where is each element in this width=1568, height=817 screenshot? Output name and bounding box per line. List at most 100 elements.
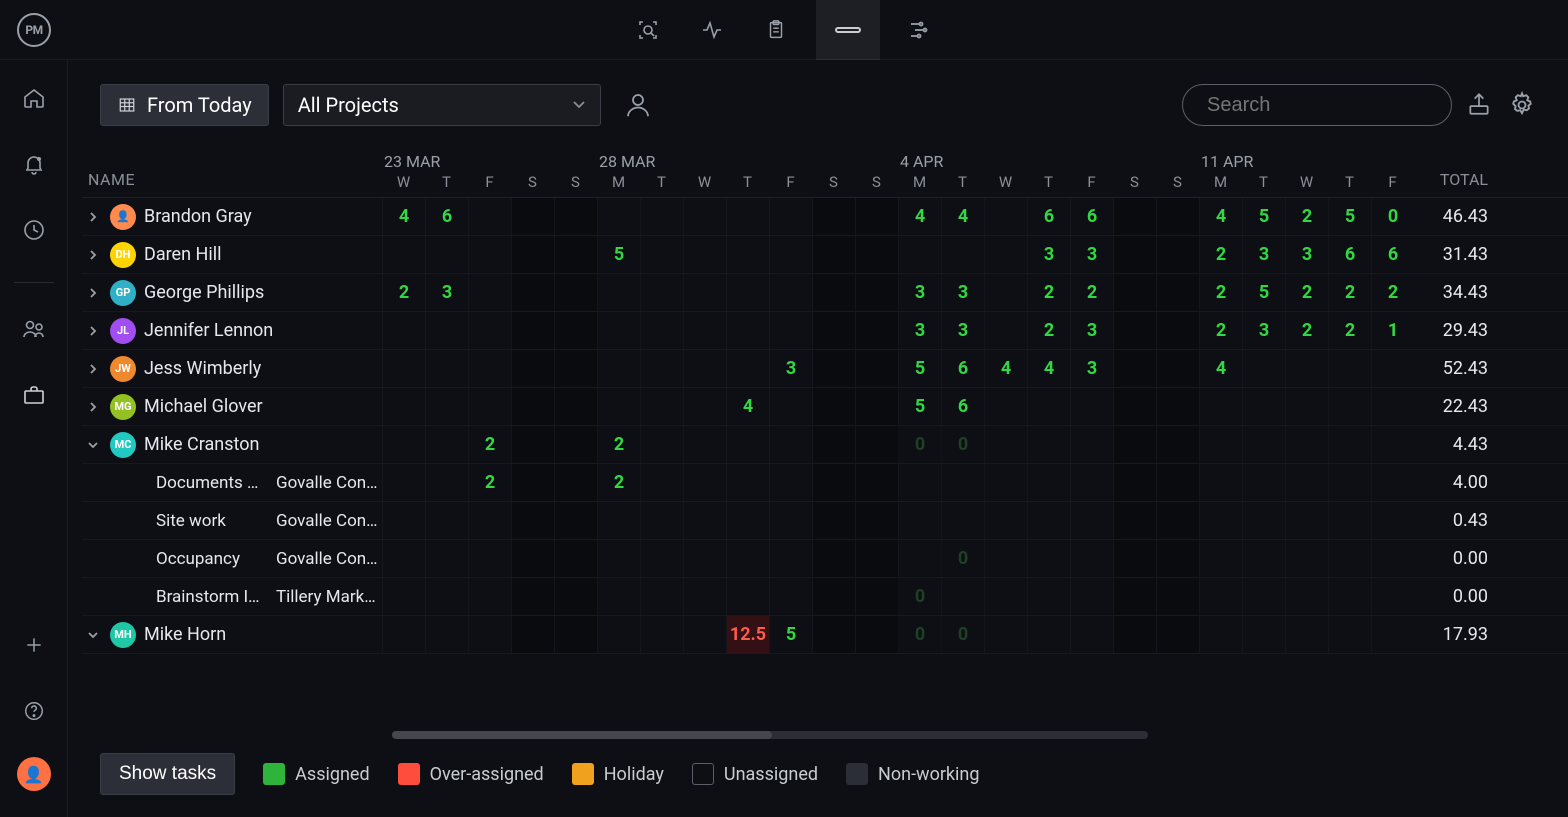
day-cell[interactable]: 0 xyxy=(898,616,941,653)
grid-body[interactable]: 👤Brandon Gray4644664525046.43DHDaren Hil… xyxy=(82,198,1568,725)
day-cell[interactable] xyxy=(812,274,855,311)
day-cell[interactable] xyxy=(597,198,640,235)
day-cell[interactable] xyxy=(1328,426,1371,463)
briefcase-icon[interactable] xyxy=(14,375,54,415)
day-cell[interactable] xyxy=(382,426,425,463)
day-cell[interactable] xyxy=(1156,540,1199,577)
day-cell[interactable]: 2 xyxy=(468,464,511,501)
day-cell[interactable] xyxy=(726,350,769,387)
day-cell[interactable]: 6 xyxy=(425,198,468,235)
day-cell[interactable] xyxy=(597,350,640,387)
day-cell[interactable] xyxy=(812,198,855,235)
day-cell[interactable] xyxy=(1328,464,1371,501)
task-row[interactable]: Site workGovalle Con…0.43 xyxy=(82,502,1568,540)
day-cell[interactable]: 3 xyxy=(1070,236,1113,273)
search-input[interactable] xyxy=(1207,94,1472,117)
day-cell[interactable]: 3 xyxy=(898,274,941,311)
day-cell[interactable] xyxy=(640,388,683,425)
day-cell[interactable] xyxy=(683,350,726,387)
day-cell[interactable] xyxy=(1113,540,1156,577)
search-box[interactable] xyxy=(1182,84,1452,126)
day-cell[interactable] xyxy=(1371,426,1414,463)
day-cell[interactable]: 2 xyxy=(1285,198,1328,235)
day-cell[interactable]: 3 xyxy=(1070,350,1113,387)
day-cell[interactable] xyxy=(640,464,683,501)
day-cell[interactable] xyxy=(1242,616,1285,653)
day-cell[interactable]: 12.5 xyxy=(726,616,769,653)
notifications-icon[interactable] xyxy=(14,144,54,184)
day-cell[interactable] xyxy=(683,464,726,501)
day-cell[interactable]: 2 xyxy=(1285,274,1328,311)
day-cell[interactable]: 4 xyxy=(1199,198,1242,235)
day-cell[interactable] xyxy=(984,274,1027,311)
day-cell[interactable] xyxy=(511,350,554,387)
day-cell[interactable] xyxy=(1070,578,1113,615)
day-cell[interactable] xyxy=(1328,350,1371,387)
day-cell[interactable]: 4 xyxy=(898,198,941,235)
day-cell[interactable] xyxy=(554,502,597,539)
clipboard-icon[interactable] xyxy=(752,6,800,54)
day-cell[interactable] xyxy=(1156,388,1199,425)
day-cell[interactable] xyxy=(511,274,554,311)
day-cell[interactable] xyxy=(1156,198,1199,235)
day-cell[interactable] xyxy=(855,350,898,387)
day-cell[interactable]: 1 xyxy=(1371,312,1414,349)
day-cell[interactable] xyxy=(1199,388,1242,425)
day-cell[interactable] xyxy=(640,312,683,349)
day-cell[interactable] xyxy=(554,388,597,425)
day-cell[interactable]: 4 xyxy=(726,388,769,425)
day-cell[interactable] xyxy=(554,236,597,273)
day-cell[interactable] xyxy=(941,578,984,615)
day-cell[interactable] xyxy=(382,350,425,387)
chevron-right-icon[interactable] xyxy=(84,324,102,338)
workload-icon[interactable] xyxy=(816,0,880,60)
day-cell[interactable] xyxy=(726,502,769,539)
day-cell[interactable] xyxy=(1156,426,1199,463)
home-icon[interactable] xyxy=(14,78,54,118)
day-cell[interactable] xyxy=(425,426,468,463)
day-cell[interactable] xyxy=(511,616,554,653)
day-cell[interactable] xyxy=(855,274,898,311)
person-row[interactable]: JWJess Wimberly356443452.43 xyxy=(82,350,1568,388)
day-cell[interactable]: 2 xyxy=(1027,274,1070,311)
day-cell[interactable] xyxy=(425,236,468,273)
day-cell[interactable]: 6 xyxy=(1328,236,1371,273)
day-cell[interactable] xyxy=(1027,578,1070,615)
day-cell[interactable] xyxy=(683,388,726,425)
day-cell[interactable] xyxy=(511,312,554,349)
day-cell[interactable] xyxy=(812,578,855,615)
day-cell[interactable]: 2 xyxy=(1070,274,1113,311)
day-cell[interactable]: 6 xyxy=(941,388,984,425)
export-icon[interactable] xyxy=(1466,91,1494,119)
task-row[interactable]: OccupancyGovalle Con…00.00 xyxy=(82,540,1568,578)
day-cell[interactable]: 2 xyxy=(597,464,640,501)
day-cell[interactable] xyxy=(640,198,683,235)
day-cell[interactable] xyxy=(683,198,726,235)
day-cell[interactable] xyxy=(812,464,855,501)
day-cell[interactable] xyxy=(984,578,1027,615)
day-cell[interactable] xyxy=(769,502,812,539)
day-cell[interactable] xyxy=(1199,464,1242,501)
day-cell[interactable] xyxy=(1156,312,1199,349)
chevron-right-icon[interactable] xyxy=(84,362,102,376)
day-cell[interactable] xyxy=(1113,426,1156,463)
day-cell[interactable] xyxy=(468,350,511,387)
day-cell[interactable] xyxy=(1242,464,1285,501)
day-cell[interactable] xyxy=(683,616,726,653)
day-cell[interactable] xyxy=(640,236,683,273)
day-cell[interactable] xyxy=(1070,616,1113,653)
chevron-right-icon[interactable] xyxy=(84,400,102,414)
day-cell[interactable] xyxy=(984,616,1027,653)
day-cell[interactable] xyxy=(812,502,855,539)
day-cell[interactable] xyxy=(425,578,468,615)
day-cell[interactable] xyxy=(382,578,425,615)
day-cell[interactable] xyxy=(683,236,726,273)
day-cell[interactable]: 3 xyxy=(1242,236,1285,273)
day-cell[interactable] xyxy=(769,236,812,273)
day-cell[interactable] xyxy=(468,616,511,653)
day-cell[interactable] xyxy=(468,236,511,273)
day-cell[interactable] xyxy=(1199,426,1242,463)
day-cell[interactable]: 4 xyxy=(984,350,1027,387)
day-cell[interactable]: 6 xyxy=(1070,198,1113,235)
day-cell[interactable]: 0 xyxy=(941,616,984,653)
